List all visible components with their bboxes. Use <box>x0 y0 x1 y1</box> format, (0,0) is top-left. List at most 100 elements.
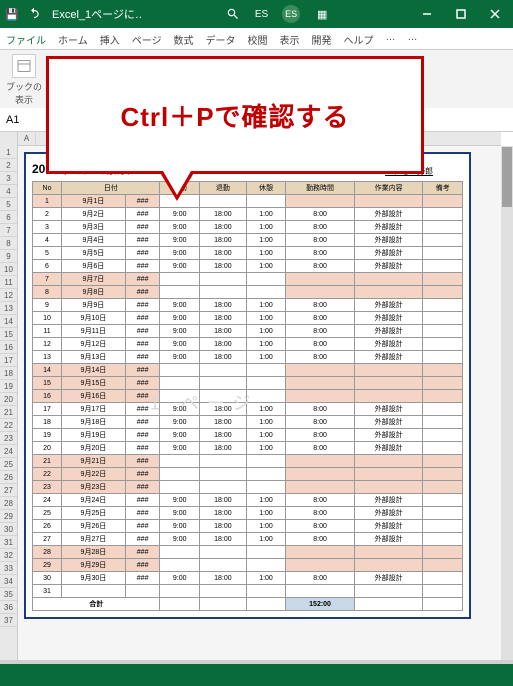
table-cell[interactable]: 12 <box>33 338 62 351</box>
sheet-content[interactable]: 2019年9月の勤務表 エクセル野郎 1 ページ No日付出勤退勤休憩勤務時間作… <box>18 146 501 660</box>
row-header[interactable]: 26 <box>0 471 17 484</box>
row-header[interactable]: 8 <box>0 237 17 250</box>
table-cell[interactable] <box>160 546 199 559</box>
table-cell[interactable]: ### <box>125 377 160 390</box>
row-header[interactable]: 24 <box>0 445 17 458</box>
row-header[interactable]: 14 <box>0 315 17 328</box>
table-cell[interactable] <box>423 208 463 221</box>
table-cell[interactable] <box>160 286 199 299</box>
table-cell[interactable]: ### <box>125 533 160 546</box>
table-cell[interactable]: 9:00 <box>160 221 199 234</box>
row-header[interactable]: 36 <box>0 601 17 614</box>
table-cell[interactable]: 9月14日 <box>62 364 126 377</box>
table-cell[interactable]: 9月5日 <box>62 247 126 260</box>
ribbon-tab[interactable]: ホーム <box>52 28 94 49</box>
vertical-scrollbar[interactable] <box>501 146 513 660</box>
table-cell[interactable] <box>246 195 285 208</box>
table-cell[interactable] <box>354 455 423 468</box>
maximize-button[interactable] <box>447 0 475 28</box>
row-header[interactable]: 21 <box>0 406 17 419</box>
ribbon-tab[interactable]: 校閲 <box>242 28 274 49</box>
table-cell[interactable] <box>423 416 463 429</box>
table-cell[interactable]: 9:00 <box>160 299 199 312</box>
table-cell[interactable]: ### <box>125 403 160 416</box>
table-cell[interactable] <box>246 546 285 559</box>
table-cell[interactable] <box>423 299 463 312</box>
table-cell[interactable]: ### <box>125 338 160 351</box>
table-cell[interactable]: ### <box>125 572 160 585</box>
table-cell[interactable]: 18:00 <box>199 221 246 234</box>
table-cell[interactable]: 8:00 <box>286 429 355 442</box>
table-cell[interactable]: 1:00 <box>246 494 285 507</box>
table-cell[interactable]: 9月11日 <box>62 325 126 338</box>
table-cell[interactable] <box>160 390 199 403</box>
table-cell[interactable]: 9月2日 <box>62 208 126 221</box>
table-cell[interactable]: 8 <box>33 286 62 299</box>
row-header[interactable]: 5 <box>0 198 17 211</box>
table-cell[interactable]: 9:00 <box>160 533 199 546</box>
table-cell[interactable] <box>286 364 355 377</box>
table-cell[interactable]: 30 <box>33 572 62 585</box>
table-cell[interactable]: 4 <box>33 234 62 247</box>
table-cell[interactable]: 外部設計 <box>354 533 423 546</box>
table-cell[interactable]: 9月25日 <box>62 507 126 520</box>
table-cell[interactable]: 5 <box>33 247 62 260</box>
table-cell[interactable]: 1:00 <box>246 416 285 429</box>
table-cell[interactable]: ### <box>125 442 160 455</box>
table-cell[interactable]: 1:00 <box>246 520 285 533</box>
table-cell[interactable]: 8:00 <box>286 299 355 312</box>
table-cell[interactable]: ### <box>125 195 160 208</box>
table-cell[interactable] <box>160 585 199 598</box>
ribbon-tab[interactable]: ページ <box>126 28 168 49</box>
table-cell[interactable]: 8:00 <box>286 442 355 455</box>
table-cell[interactable] <box>354 364 423 377</box>
column-header[interactable]: A <box>18 132 36 145</box>
table-cell[interactable]: 18:00 <box>199 403 246 416</box>
table-cell[interactable] <box>423 247 463 260</box>
ribbon-tab[interactable]: … <box>402 28 424 49</box>
table-cell[interactable]: 1:00 <box>246 442 285 455</box>
row-header[interactable]: 1 <box>0 146 17 159</box>
table-cell[interactable] <box>62 585 126 598</box>
table-cell[interactable] <box>246 481 285 494</box>
table-cell[interactable]: 外部設計 <box>354 208 423 221</box>
table-cell[interactable]: 2 <box>33 208 62 221</box>
table-cell[interactable]: 17 <box>33 403 62 416</box>
table-cell[interactable]: 18:00 <box>199 247 246 260</box>
table-cell[interactable]: 8:00 <box>286 507 355 520</box>
row-header[interactable]: 13 <box>0 302 17 315</box>
table-cell[interactable]: 9:00 <box>160 572 199 585</box>
table-cell[interactable] <box>199 364 246 377</box>
table-cell[interactable]: ### <box>125 507 160 520</box>
view-group[interactable]: ブックの 表示 <box>6 54 42 106</box>
table-cell[interactable]: ### <box>125 260 160 273</box>
table-cell[interactable]: 11 <box>33 325 62 338</box>
table-cell[interactable] <box>423 234 463 247</box>
table-cell[interactable]: 9月15日 <box>62 377 126 390</box>
table-cell[interactable]: ### <box>125 416 160 429</box>
search-icon[interactable] <box>225 6 241 22</box>
table-cell[interactable]: 外部設計 <box>354 416 423 429</box>
undo-icon[interactable] <box>26 6 42 22</box>
table-cell[interactable]: 9月19日 <box>62 429 126 442</box>
table-cell[interactable]: 8:00 <box>286 312 355 325</box>
table-cell[interactable]: 9:00 <box>160 338 199 351</box>
table-cell[interactable] <box>160 273 199 286</box>
row-header[interactable]: 10 <box>0 263 17 276</box>
table-cell[interactable]: 9月3日 <box>62 221 126 234</box>
table-cell[interactable]: 20 <box>33 442 62 455</box>
table-cell[interactable]: 8:00 <box>286 572 355 585</box>
row-header[interactable]: 32 <box>0 549 17 562</box>
table-cell[interactable] <box>286 585 355 598</box>
table-cell[interactable]: ### <box>125 247 160 260</box>
table-cell[interactable]: 18:00 <box>199 299 246 312</box>
table-cell[interactable]: 28 <box>33 546 62 559</box>
table-cell[interactable] <box>423 442 463 455</box>
table-cell[interactable]: 6 <box>33 260 62 273</box>
table-cell[interactable] <box>286 468 355 481</box>
table-cell[interactable] <box>423 195 463 208</box>
table-cell[interactable]: 9月28日 <box>62 546 126 559</box>
table-cell[interactable]: 18:00 <box>199 416 246 429</box>
table-cell[interactable] <box>199 195 246 208</box>
row-header[interactable]: 6 <box>0 211 17 224</box>
